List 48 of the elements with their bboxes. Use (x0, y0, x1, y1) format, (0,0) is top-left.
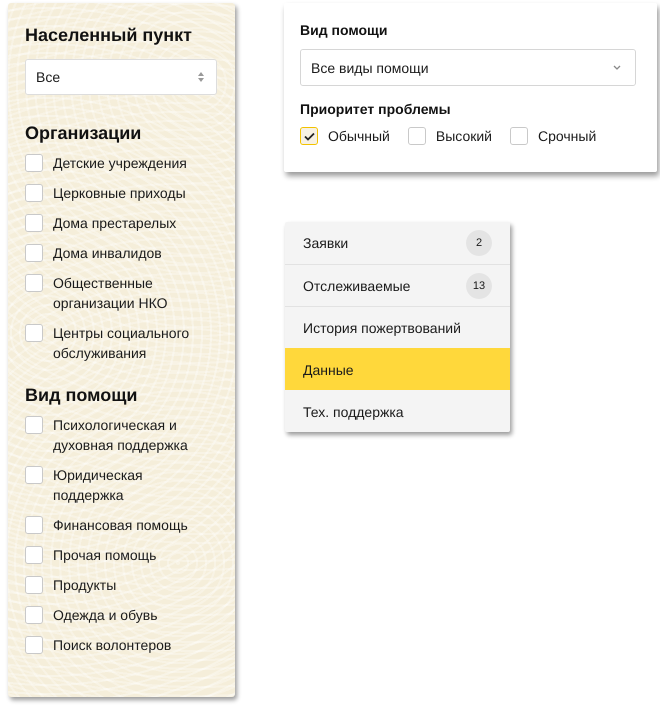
checkbox[interactable] (25, 516, 43, 534)
chevron-down-icon (613, 65, 621, 70)
locality-select[interactable]: Все (25, 59, 217, 95)
section-heading: Населенный пункт (25, 24, 194, 47)
checkbox-label: Поиск волонтеров (53, 636, 172, 655)
checkbox-label: Юридическая поддержка (53, 466, 144, 505)
checkbox[interactable] (25, 636, 43, 654)
checkmark-icon (304, 132, 314, 140)
checkbox-label: Срочный (538, 128, 596, 144)
checkbox[interactable] (25, 576, 43, 594)
menu-item[interactable]: Заявки 2 (285, 222, 510, 264)
checkbox-label: Дома инвалидов (53, 244, 163, 263)
count-badge: 2 (466, 230, 492, 256)
checkbox[interactable] (25, 324, 43, 342)
checkbox[interactable] (25, 606, 43, 624)
checkbox-label: Обычный (328, 128, 390, 144)
menu-item[interactable]: Отслеживаемые 13 (285, 264, 510, 306)
checkbox-label: Одежда и обувь (53, 606, 159, 625)
checkbox[interactable] (25, 214, 43, 232)
field-label: Приоритет проблемы (300, 100, 452, 118)
checkbox[interactable] (408, 127, 426, 145)
help-type-select[interactable]: Все виды помощи (300, 49, 636, 86)
checkbox[interactable] (300, 127, 318, 145)
section-heading: Организации (25, 122, 142, 145)
checkbox[interactable] (25, 154, 43, 172)
checkbox-label: Прочая помощь (53, 546, 158, 565)
checkbox[interactable] (510, 127, 528, 145)
checkbox-label: Детские учреждения (53, 154, 188, 173)
checkbox-label: Дома престарелых (53, 214, 178, 233)
checkbox-label: Общественные организации НКО (53, 274, 168, 313)
sort-caret-icon (198, 72, 204, 82)
checkbox[interactable] (25, 546, 43, 564)
checkbox-label: Продукты (53, 576, 118, 595)
checkbox[interactable] (25, 416, 43, 434)
checkbox[interactable] (25, 274, 43, 292)
checkbox[interactable] (25, 184, 43, 202)
menu-item[interactable]: Тех. поддержка (285, 390, 510, 432)
checkbox-label: Церковные приходы (53, 184, 187, 203)
count-badge: 13 (466, 272, 492, 298)
field-label: Вид помощи (300, 21, 388, 39)
menu-item[interactable]: Данные (285, 348, 510, 390)
checkbox-label: Психологическая и духовная поддержка (53, 416, 189, 455)
section-heading: Вид помощи (25, 384, 138, 407)
checkbox[interactable] (25, 244, 43, 262)
checkbox[interactable] (25, 466, 43, 484)
checkbox-label: Высокий (436, 128, 492, 144)
checkbox-label: Центры социального обслуживания (53, 324, 190, 363)
checkbox-label: Финансовая помощь (53, 516, 189, 535)
